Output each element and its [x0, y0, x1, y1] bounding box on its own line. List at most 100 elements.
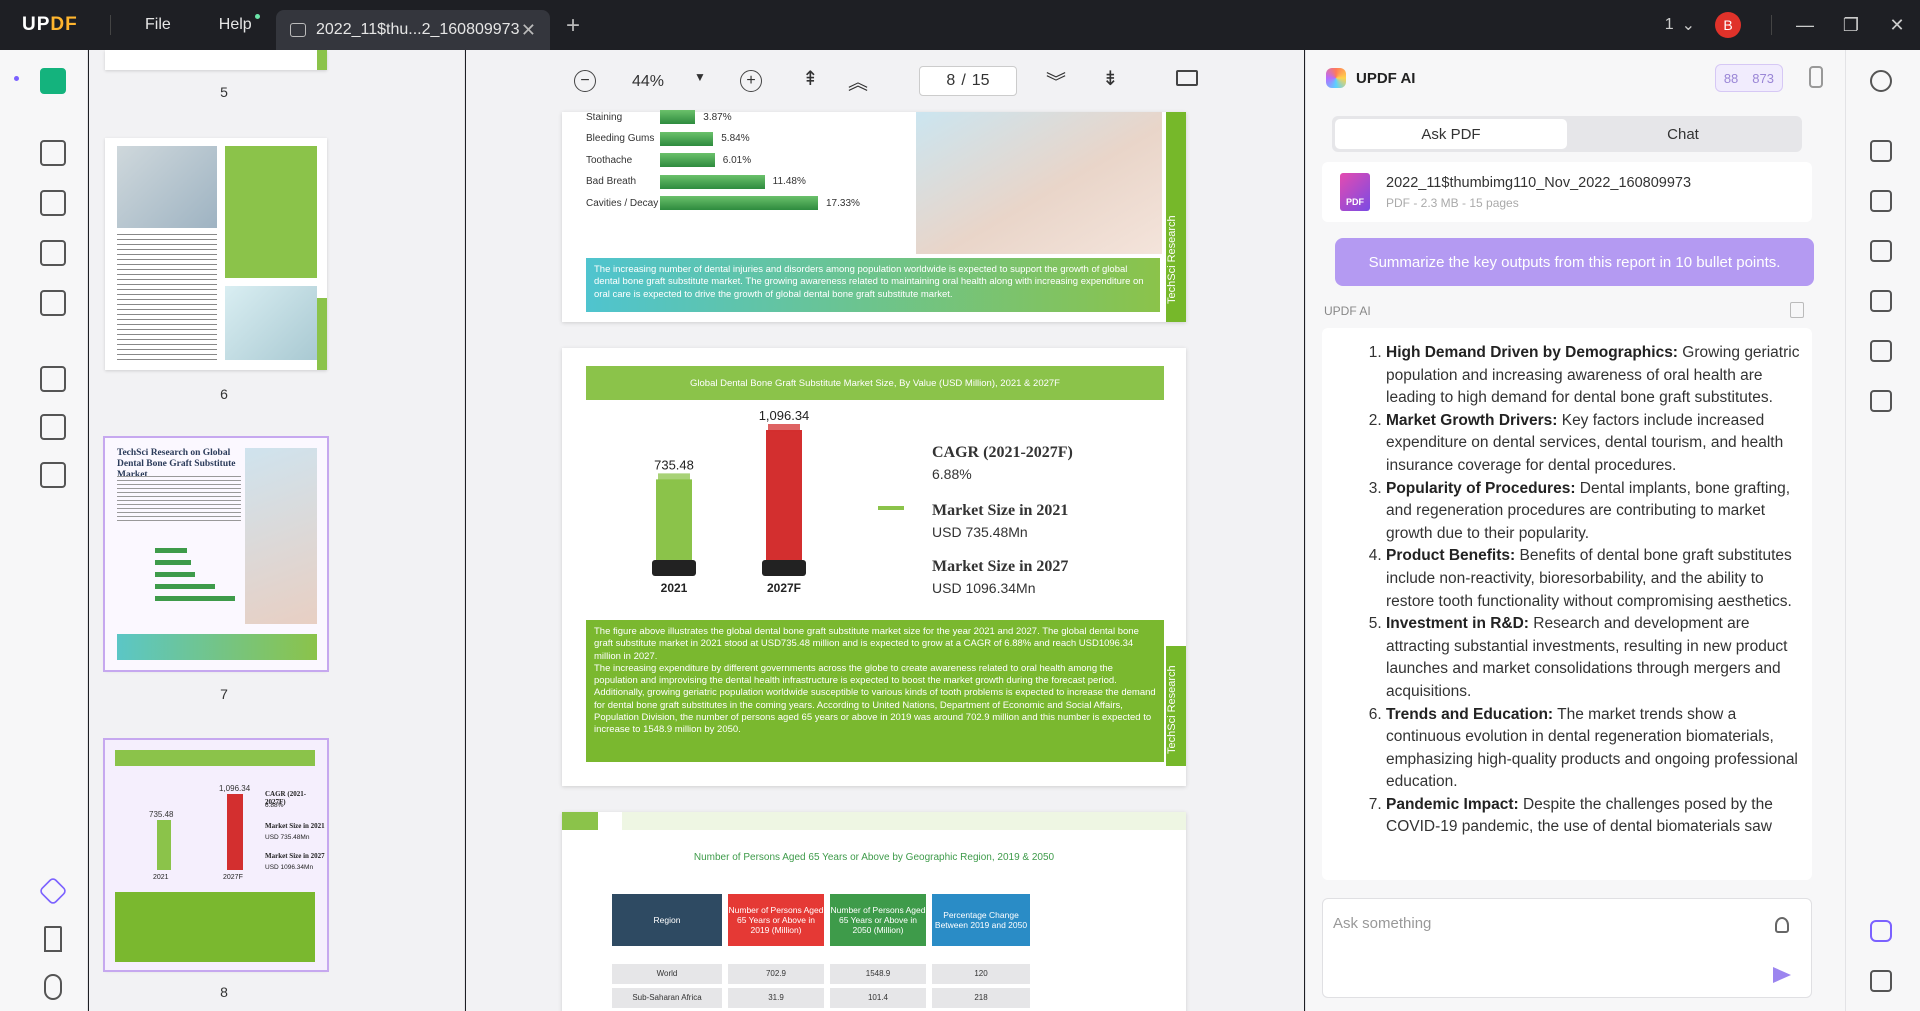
table-header-cell: Number of Persons Aged 65 Years or Above… [830, 894, 926, 946]
close-icon[interactable]: ✕ [1874, 15, 1920, 36]
edit-text-icon[interactable] [40, 190, 66, 216]
menu-help-label: Help [218, 16, 252, 33]
thumb-strip [317, 50, 327, 70]
credit-count-2: 873 [1752, 70, 1774, 86]
pin-icon[interactable] [1809, 66, 1823, 88]
comment-icon[interactable] [1870, 970, 1892, 992]
menu-file[interactable]: File [145, 16, 171, 34]
ai-mode-tabs: Ask PDF Chat [1332, 116, 1802, 152]
reader-icon[interactable] [40, 68, 66, 94]
first-page-icon[interactable]: ⇞ [802, 66, 819, 91]
avatar[interactable]: B [1715, 12, 1741, 38]
crop-icon[interactable] [40, 414, 66, 440]
bookmark-icon[interactable] [44, 926, 62, 952]
market-size-2021-label: Market Size in 2021 [932, 502, 1069, 519]
pdf-page-9: Number of Persons Aged 65 Years or Above… [562, 812, 1186, 1011]
restore-icon[interactable]: ❐ [1828, 15, 1874, 36]
thumbnail-page-5[interactable] [105, 50, 327, 70]
menu-help[interactable]: Help [218, 14, 260, 34]
answer-point-heading: Product Benefits: [1386, 547, 1516, 565]
new-tab-button[interactable]: + [566, 12, 580, 40]
next-page-icon[interactable]: ︾ [1046, 66, 1066, 95]
answer-point: Product Benefits: Benefits of dental bon… [1386, 545, 1802, 613]
previous-page-icon[interactable]: ︽ [848, 66, 868, 95]
bar [660, 174, 765, 189]
zoom-in-icon[interactable]: + [740, 70, 762, 92]
zoom-level[interactable]: 44% [632, 73, 664, 91]
zoom-out-icon[interactable]: − [574, 70, 596, 92]
divider [110, 15, 111, 35]
thumb-green-block [225, 146, 317, 278]
zoom-dropdown-icon[interactable]: ▼ [694, 70, 706, 84]
page8-caption: The figure above illustrates the global … [586, 620, 1164, 762]
page-number-input[interactable]: 8 / 15 [919, 66, 1017, 96]
presentation-icon[interactable] [1176, 70, 1198, 86]
updf-ai-icon[interactable] [1870, 920, 1892, 942]
last-page-icon[interactable]: ⇟ [1102, 66, 1119, 91]
thumb-image [117, 146, 217, 228]
form-icon[interactable] [40, 240, 66, 266]
thumbnail-page-8[interactable]: 735.48 1,096.34 2021 2027F CAGR (2021-20… [103, 738, 329, 972]
tab-chat[interactable]: Chat [1567, 119, 1799, 149]
attachment-icon[interactable] [44, 974, 62, 1000]
chart-bar-2027F: 1,096.34 2027F [759, 408, 810, 595]
window-count[interactable]: 1 [1665, 16, 1674, 34]
responder-label: UPDF AI [1324, 304, 1371, 318]
convert-icon[interactable] [1870, 190, 1892, 212]
copy-icon[interactable] [1790, 302, 1804, 318]
document-tab[interactable]: 2022_11$thu...2_160809973 ✕ [276, 10, 550, 50]
thumb-ms21: Market Size in 2021 [265, 822, 325, 830]
thumbnail-page-6[interactable] [105, 138, 327, 370]
share-icon[interactable] [1870, 290, 1892, 312]
thumb-ms21-value: USD 735.48Mn [265, 834, 310, 841]
organize-pages-icon[interactable] [40, 366, 66, 392]
market-size-2027-value: USD 1096.34Mn [932, 580, 1036, 596]
bar-category-label: 2021 [661, 581, 688, 595]
table-cell: 218 [932, 988, 1030, 1008]
thumbnail-page-7[interactable]: TechSci Research on Global Dental Bone G… [103, 436, 329, 672]
ask-input[interactable]: Ask something [1322, 898, 1812, 998]
bar-value: 5.84% [721, 133, 750, 144]
email-icon[interactable] [1870, 340, 1892, 362]
tab-ask-pdf[interactable]: Ask PDF [1335, 119, 1567, 149]
market-size-2021-value: USD 735.48Mn [932, 524, 1028, 540]
thumbnail-label: 6 [220, 386, 228, 402]
answer-point-heading: Popularity of Procedures: [1386, 479, 1576, 497]
watermark-icon[interactable] [40, 462, 66, 488]
right-toolbar [1845, 50, 1920, 1011]
left-toolbar [0, 50, 88, 1011]
bar-body [656, 479, 692, 560]
protect-icon[interactable] [1870, 240, 1892, 262]
lightbulb-icon[interactable] [1775, 917, 1789, 933]
search-icon[interactable] [1870, 70, 1892, 92]
bar-row: Toothache 6.01% [586, 153, 751, 167]
cagr-value: 6.88% [932, 466, 972, 482]
page7-caption: The increasing number of dental injuries… [586, 258, 1160, 312]
minimize-icon[interactable]: — [1782, 15, 1828, 36]
brand-label: TechSci Research [1166, 665, 1178, 754]
bar-body [766, 430, 802, 560]
credits-badge[interactable]: 88 873 [1714, 64, 1783, 92]
logo-part: UP [22, 14, 51, 35]
notification-dot [254, 14, 260, 19]
table-cell: 101.4 [830, 988, 926, 1008]
pdf-page-8: Global Dental Bone Graft Substitute Mark… [562, 348, 1186, 786]
credit-count-1: 88 [1723, 70, 1739, 86]
thumb-year-2027: 2027F [223, 874, 243, 881]
send-icon[interactable] [1773, 967, 1791, 983]
fill-sign-icon[interactable] [40, 290, 66, 316]
thumb-text-lines [117, 476, 241, 524]
bar-label: Bad Breath [586, 176, 637, 187]
answer-list: High Demand Driven by Demographics: Grow… [1362, 342, 1802, 839]
ocr-icon[interactable] [1870, 140, 1892, 162]
save-icon[interactable] [1870, 390, 1892, 412]
layers-icon[interactable] [38, 876, 68, 906]
thumb-image [245, 448, 317, 624]
highlighter-icon[interactable] [40, 140, 66, 166]
answer-point: Pandemic Impact: Despite the challenges … [1386, 794, 1802, 839]
chevron-down-icon[interactable]: ⌄ [1682, 15, 1695, 35]
answer-point-heading: High Demand Driven by Demographics: [1386, 344, 1678, 361]
divider [1771, 15, 1772, 35]
thumb-bar [155, 548, 187, 553]
close-tab-icon[interactable]: ✕ [521, 20, 536, 41]
